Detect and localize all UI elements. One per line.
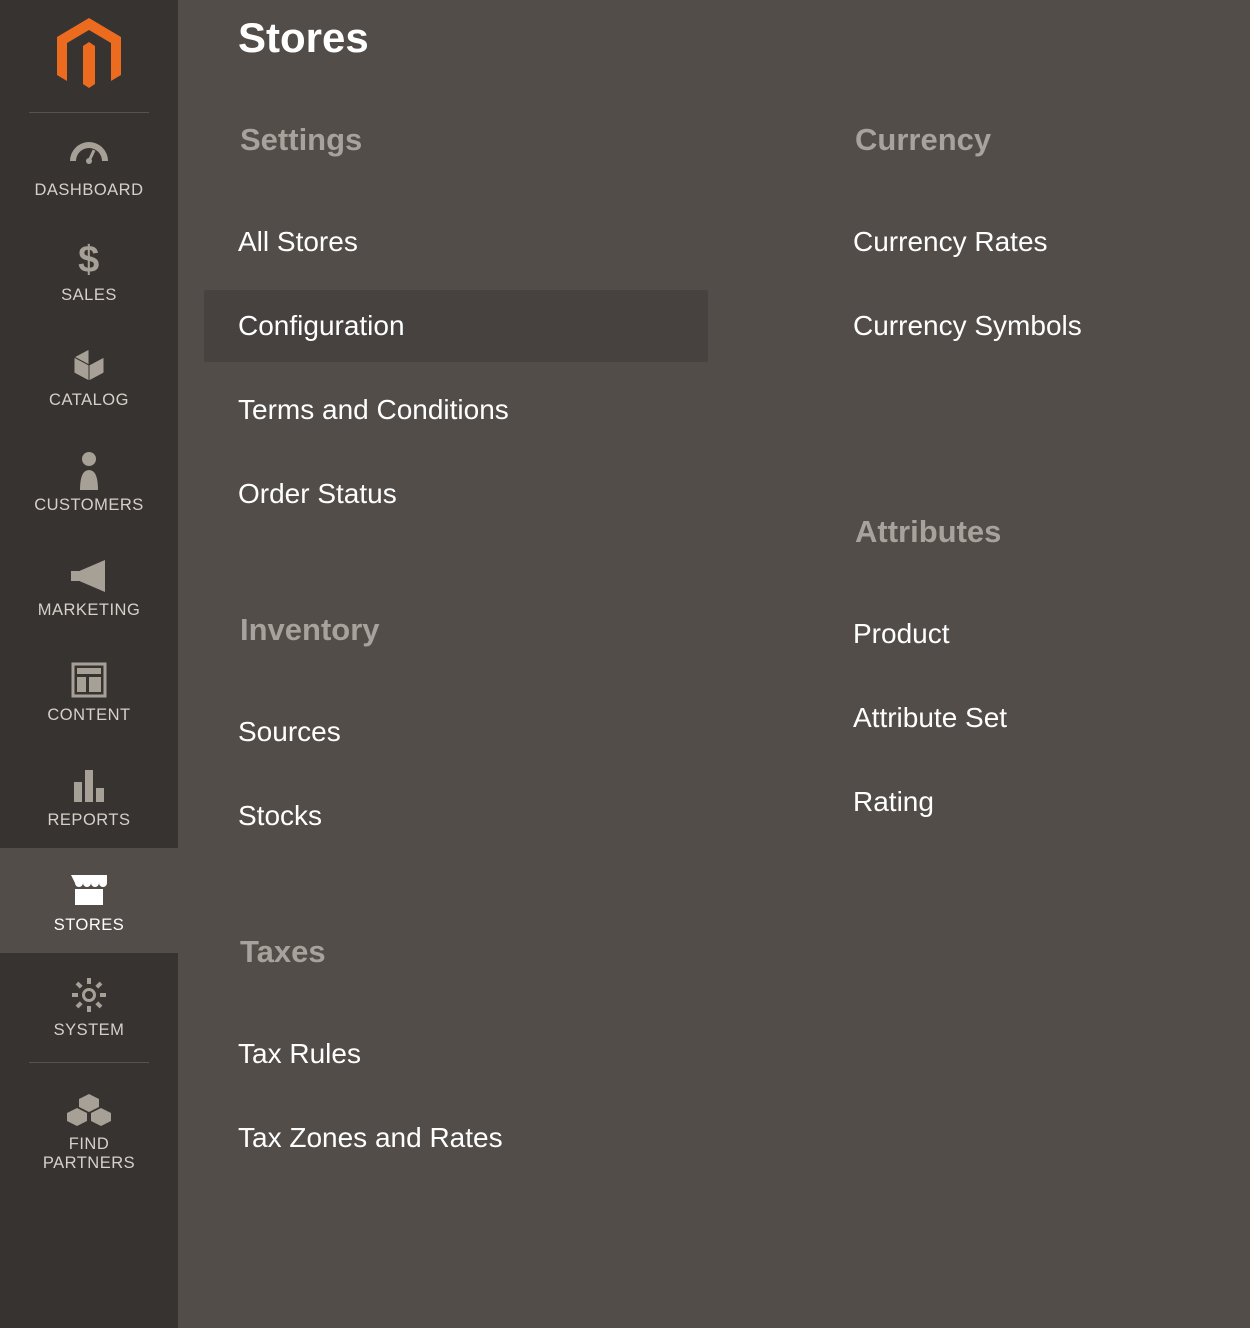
menu-item-currency-symbols[interactable]: Currency Symbols (819, 290, 1250, 362)
group-heading-settings: Settings (238, 122, 708, 158)
sidebar-item-label: DASHBOARD (34, 181, 143, 200)
gauge-icon (68, 135, 110, 175)
group-heading-currency: Currency (853, 122, 1250, 158)
gear-icon (71, 975, 107, 1015)
flyout-col-left: Settings All Stores Configuration Terms … (238, 102, 708, 1186)
flyout-columns: Settings All Stores Configuration Terms … (238, 102, 1250, 1186)
group-heading-taxes: Taxes (238, 934, 708, 970)
sidebar-item-marketing[interactable]: MARKETING (0, 533, 178, 638)
layout-icon (71, 660, 107, 700)
menu-item-rating[interactable]: Rating (819, 766, 1250, 838)
menu-item-tax-zones-rates[interactable]: Tax Zones and Rates (204, 1102, 708, 1174)
sidebar-item-label: REPORTS (48, 811, 131, 830)
storefront-icon (69, 870, 109, 910)
sidebar-item-label: STORES (54, 916, 125, 935)
sidebar-item-label: MARKETING (38, 601, 141, 620)
cube-icon (71, 345, 107, 385)
flyout-col-right: Currency Currency Rates Currency Symbols… (853, 102, 1250, 1186)
menu-item-sources[interactable]: Sources (204, 696, 708, 768)
blocks-icon (67, 1089, 111, 1129)
magento-logo-icon[interactable] (55, 18, 123, 94)
stores-flyout-panel: Stores Settings All Stores Configuration… (178, 0, 1250, 1328)
sidebar-item-partners[interactable]: FIND PARTNERS (29, 1062, 149, 1191)
group-heading-inventory: Inventory (238, 612, 708, 648)
sidebar-item-customers[interactable]: CUSTOMERS (0, 428, 178, 533)
sidebar-item-sales[interactable]: $ SALES (0, 218, 178, 323)
sidebar-item-dashboard[interactable]: DASHBOARD (0, 113, 178, 218)
svg-text:$: $ (78, 240, 100, 280)
flyout-header: Stores (238, 0, 1250, 102)
sidebar-item-label: SALES (61, 286, 117, 305)
menu-item-stocks[interactable]: Stocks (204, 780, 708, 852)
sidebar-item-content[interactable]: CONTENT (0, 638, 178, 743)
bar-chart-icon (71, 765, 107, 805)
menu-item-product[interactable]: Product (819, 598, 1250, 670)
sidebar-item-label: CONTENT (47, 706, 130, 725)
sidebar-item-system[interactable]: SYSTEM (0, 953, 178, 1058)
flyout-title: Stores (238, 14, 1250, 62)
dollar-icon: $ (77, 240, 101, 280)
menu-item-attribute-set[interactable]: Attribute Set (819, 682, 1250, 754)
sidebar-item-label: SYSTEM (54, 1021, 125, 1040)
sidebar-item-label: FIND PARTNERS (29, 1135, 149, 1173)
logo-wrap (29, 0, 149, 113)
menu-item-configuration[interactable]: Configuration (204, 290, 708, 362)
admin-sidebar: DASHBOARD $ SALES CATALOG CUSTOMERS MARK… (0, 0, 178, 1328)
person-icon (76, 450, 102, 490)
menu-item-order-status[interactable]: Order Status (204, 458, 708, 530)
menu-item-currency-rates[interactable]: Currency Rates (819, 206, 1250, 278)
group-heading-attributes: Attributes (853, 514, 1250, 550)
sidebar-item-label: CATALOG (49, 391, 129, 410)
sidebar-item-catalog[interactable]: CATALOG (0, 323, 178, 428)
megaphone-icon (69, 555, 109, 595)
sidebar-item-label: CUSTOMERS (34, 496, 144, 515)
menu-item-tax-rules[interactable]: Tax Rules (204, 1018, 708, 1090)
sidebar-item-reports[interactable]: REPORTS (0, 743, 178, 848)
sidebar-item-stores[interactable]: STORES (0, 848, 178, 953)
menu-item-terms-conditions[interactable]: Terms and Conditions (204, 374, 708, 446)
menu-item-all-stores[interactable]: All Stores (204, 206, 708, 278)
